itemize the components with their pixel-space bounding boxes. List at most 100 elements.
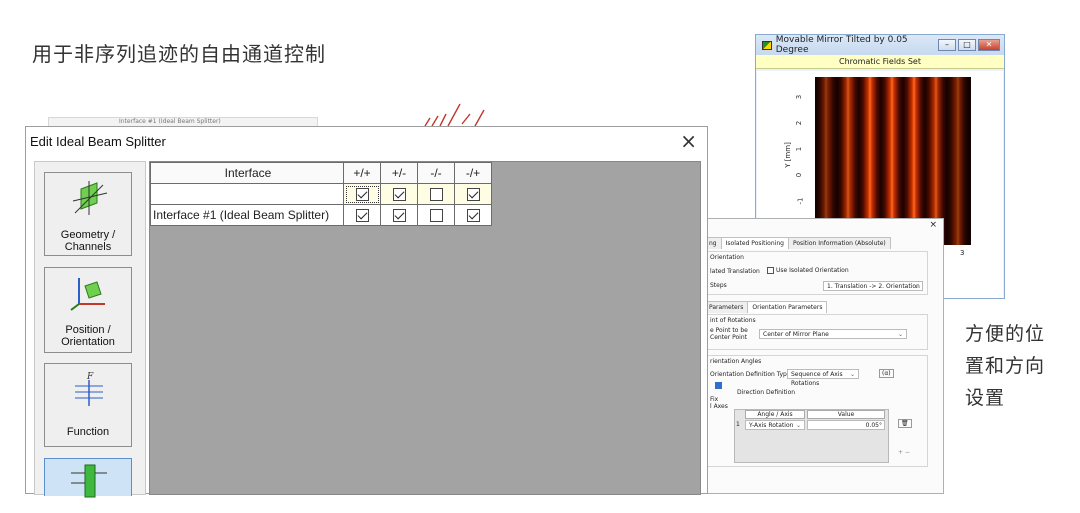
positioning-dialog[interactable]: × ng Isolated Positioning Position Infor… [703, 218, 944, 494]
checkbox-icon [767, 267, 774, 274]
channel-checkbox[interactable] [429, 188, 443, 202]
steps-value: 1. Translation -> 2. Orientation [827, 283, 920, 290]
column-header: Angle / Axis [745, 410, 805, 419]
table-row-interface-1: Interface #1 (Ideal Beam Splitter) [150, 204, 492, 226]
interface-name-cell [150, 183, 344, 205]
axis-select[interactable]: Y-Axis Rotation ⌄ [745, 420, 805, 430]
channel-checkbox[interactable] [392, 188, 406, 202]
group-label: Orientation [710, 254, 744, 261]
dialog-titlebar[interactable]: Edit Ideal Beam Splitter × [26, 127, 707, 157]
tab-position-information[interactable]: Position Information (Absolute) [787, 237, 891, 249]
column-header-pm: +/- [380, 162, 418, 184]
sidebar-item-label: Geometry / [60, 229, 116, 241]
tab-orientation-parameters[interactable]: Orientation Parameters [747, 301, 828, 313]
edit-angles-button[interactable]: (α) [879, 369, 894, 378]
background-strip-label: Interface #1 (Ideal Beam Splitter) [119, 118, 221, 125]
minimize-icon[interactable]: – [938, 39, 956, 51]
column-header-mm: -/- [417, 162, 455, 184]
definition-type-value: Sequence of Axis Rotations [791, 371, 843, 387]
rotation-point-select[interactable]: Center of Mirror Plane ⌄ [759, 329, 907, 339]
definition-type-select[interactable]: Sequence of Axis Rotations ⌄ [787, 369, 859, 387]
channel-checkbox[interactable] [392, 209, 406, 223]
point-of-rotations-group: int of Rotations e Point to be Center Po… [706, 314, 928, 350]
isolated-translation-label: lated Translation [710, 268, 760, 275]
interface-table: Interface +/+ +/- -/- -/+ Interface #1 (… [150, 162, 492, 226]
steps-select[interactable]: 1. Translation -> 2. Orientation ⌄ [823, 281, 923, 291]
side-note: 方便的位 置和方向 设置 [965, 318, 1045, 414]
result-window-title: Movable Mirror Tilted by 0.05 Degree [775, 35, 908, 55]
tab-parameters[interactable]: Parameters [704, 301, 749, 313]
direction-table: Angle / Axis Value 1 Y-Axis Rotation ⌄ 0.… [734, 409, 889, 463]
interface-name-cell: Interface #1 (Ideal Beam Splitter) [150, 204, 344, 226]
y-tick-label: 3 [795, 94, 804, 100]
dialog-sidebar: Geometry / Channels Position / Orientati… [34, 161, 146, 498]
definition-type-label: Orientation Definition Type [710, 371, 791, 378]
close-icon[interactable]: × [680, 129, 697, 153]
side-note-line: 方便的位 [965, 323, 1046, 345]
row-index: 1 [736, 421, 740, 428]
svg-text:F: F [86, 372, 94, 382]
y-tick-label: 0 [795, 172, 804, 178]
sidebar-item-channels[interactable] [44, 458, 132, 498]
table-header-row: Interface +/+ +/- -/- -/+ [150, 162, 492, 184]
side-note-line: 设置 [965, 387, 1006, 409]
app-icon [762, 40, 772, 50]
position-orientation-icon [70, 278, 105, 311]
table-row-all [150, 183, 492, 205]
axis-value: Y-Axis Rotation [749, 422, 794, 429]
x-tick-label: 3 [960, 249, 965, 257]
column-header-mp: -/+ [454, 162, 492, 184]
chevron-down-icon: ⌄ [795, 422, 801, 429]
channel-table-area: Interface +/+ +/- -/- -/+ Interface #1 (… [149, 161, 701, 495]
sidebar-item-position-orientation[interactable]: Position / Orientation [44, 267, 132, 353]
use-isolated-orientation-label: Use Isolated Orientation [776, 267, 849, 274]
side-note-line: 置和方向 [965, 355, 1046, 377]
sidebar-item-label: Orientation [61, 336, 115, 348]
channel-checkbox[interactable] [466, 188, 480, 202]
chevron-down-icon: ⌄ [849, 371, 855, 378]
sidebar-item-function[interactable]: F Function [44, 363, 132, 447]
orientation-group: Orientation lated Translation Use Isolat… [706, 251, 928, 295]
sidebar-item-label: Position / [65, 324, 111, 336]
point-label: e Point to be [710, 327, 748, 334]
add-remove-row-icons[interactable]: + − [898, 449, 910, 456]
y-tick-label: 2 [795, 120, 804, 126]
chevron-down-icon: ⌄ [897, 331, 903, 338]
group-label: int of Rotations [710, 317, 756, 324]
parameter-subtabs: Parameters Orientation Parameters [704, 301, 828, 313]
result-window-titlebar[interactable]: Movable Mirror Tilted by 0.05 Degree – □… [756, 35, 1004, 55]
axes-label: l Axes [710, 403, 728, 410]
channel-checkbox[interactable] [429, 209, 443, 223]
maximize-icon[interactable]: □ [958, 39, 976, 51]
dialog-title: Edit Ideal Beam Splitter [30, 134, 166, 149]
function-icon: F [75, 372, 103, 406]
close-icon[interactable]: × [929, 220, 937, 230]
edit-beam-splitter-dialog[interactable]: Edit Ideal Beam Splitter × Geometry / Ch… [25, 126, 708, 498]
angle-value-input[interactable]: 0.05° [807, 420, 885, 430]
y-tick-label: 1 [795, 146, 804, 152]
direction-definition-label: Direction Definition [737, 389, 796, 396]
geometry-icon [72, 181, 108, 215]
tab-isolated-positioning[interactable]: Isolated Positioning [720, 237, 789, 249]
group-label: rientation Angles [710, 358, 762, 365]
steps-label: Steps [710, 282, 727, 289]
result-window-subtitle: Chromatic Fields Set [756, 55, 1004, 69]
column-header: Value [807, 410, 885, 419]
fix-label: Fix [710, 396, 719, 403]
point-label: Center Point [710, 334, 747, 341]
positioning-tabs: ng Isolated Positioning Position Informa… [704, 237, 891, 249]
beam-splitter-icon [71, 464, 107, 498]
y-tick-label: -1 [796, 197, 805, 205]
sidebar-item-geometry-channels[interactable]: Geometry / Channels [44, 172, 132, 256]
close-icon[interactable]: ✕ [978, 39, 1000, 51]
use-isolated-orientation-checkbox[interactable]: Use Isolated Orientation [767, 267, 849, 274]
sidebar-item-label: Channels [64, 241, 112, 253]
delete-row-button[interactable]: 🗑 [898, 419, 912, 428]
info-icon [715, 382, 722, 389]
channel-checkbox[interactable] [355, 209, 369, 223]
channel-checkbox[interactable] [466, 209, 480, 223]
y-axis-label: Y [mm] [783, 142, 792, 168]
sidebar-item-label: Function [66, 426, 110, 438]
slide-title: 用于非序列追迹的自由通道控制 [32, 42, 326, 66]
channel-checkbox[interactable] [355, 188, 369, 202]
